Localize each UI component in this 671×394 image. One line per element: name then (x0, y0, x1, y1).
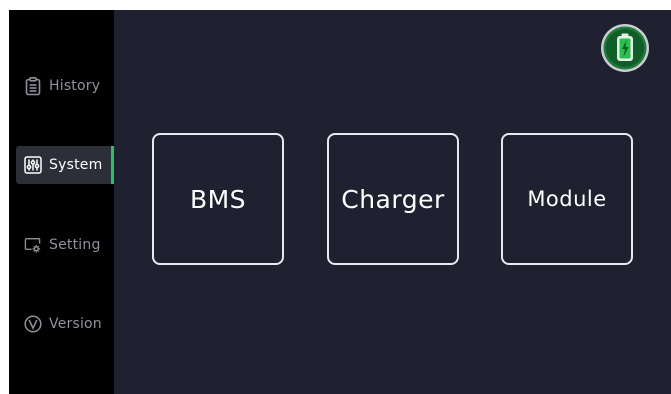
sidebar-item-version[interactable]: Version (16, 305, 114, 343)
module-label: Module (527, 187, 607, 211)
charger-label: Charger (341, 184, 445, 214)
sidebar-item-history[interactable]: History (16, 67, 114, 105)
sidebar-item-setting[interactable]: Setting (16, 226, 114, 264)
bms-label: BMS (189, 184, 247, 214)
settings-gear-icon (24, 235, 42, 255)
sliders-icon (24, 155, 42, 175)
sidebar-item-label: History (49, 78, 101, 94)
sidebar-item-system[interactable]: System (16, 146, 114, 184)
app-screen: History System Setting Version BMS Charg… (9, 10, 671, 394)
sidebar: History System Setting Version (9, 10, 114, 394)
sidebar-item-label: Setting (49, 237, 101, 253)
clipboard-icon (24, 76, 42, 96)
sidebar-item-label: Version (49, 316, 102, 332)
bms-button[interactable]: BMS (152, 133, 284, 265)
v-circle-icon (24, 314, 42, 334)
sidebar-item-label: System (49, 157, 103, 173)
main-panel: BMS Charger Module (114, 10, 671, 394)
module-button[interactable]: Module (501, 133, 633, 265)
battery-charging-icon[interactable] (600, 23, 650, 73)
charger-button[interactable]: Charger (327, 133, 459, 265)
